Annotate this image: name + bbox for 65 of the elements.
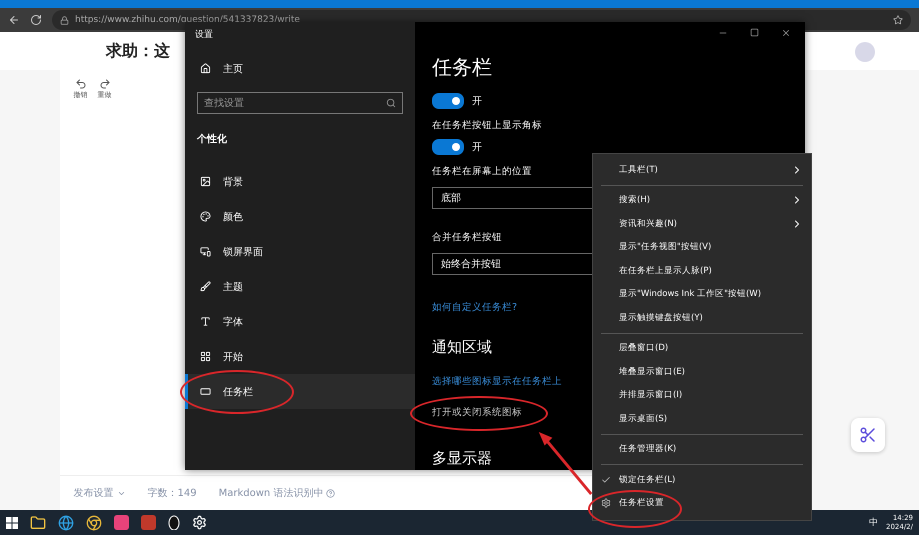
menu-item[interactable]: 显示"Windows Ink 工作区"按钮(W) bbox=[593, 282, 811, 306]
help-icon[interactable] bbox=[326, 488, 336, 498]
menu-item[interactable]: 资讯和兴趣(N) bbox=[593, 212, 811, 236]
nav-item[interactable]: 字体 bbox=[185, 304, 415, 339]
font-icon bbox=[200, 316, 211, 327]
menu-item[interactable]: 工具栏(T) bbox=[593, 158, 811, 182]
scissors-button[interactable] bbox=[851, 418, 885, 452]
menu-item[interactable]: 层叠窗口(D) bbox=[593, 336, 811, 360]
undo-icon bbox=[74, 78, 86, 90]
page-title: 求助：这 bbox=[106, 40, 170, 62]
palette-icon bbox=[200, 211, 211, 222]
nav-item[interactable]: 任务栏 bbox=[185, 374, 415, 409]
markdown-status: Markdown 语法识别中 bbox=[218, 486, 324, 500]
window-title: 设置 bbox=[194, 28, 214, 42]
gear-icon[interactable] bbox=[192, 515, 207, 530]
link[interactable]: 选择哪些图标显示在任务栏上 bbox=[432, 375, 562, 388]
input-method-indicator[interactable]: 中 bbox=[869, 516, 878, 529]
nav-item[interactable]: 主页 bbox=[185, 51, 415, 86]
scissors-icon bbox=[859, 426, 877, 444]
menu-item[interactable]: 并排显示窗口(I) bbox=[593, 384, 811, 407]
folder-icon[interactable] bbox=[30, 514, 46, 530]
toggle-state: 开 bbox=[472, 95, 482, 108]
nav-item[interactable]: 主题 bbox=[185, 269, 415, 304]
redo-icon bbox=[98, 78, 110, 90]
section-title: 个性化 bbox=[196, 132, 228, 147]
nav-item[interactable]: 锁屏界面 bbox=[185, 234, 415, 269]
maximize-icon[interactable] bbox=[750, 28, 759, 37]
menu-item[interactable]: 任务管理器(K) bbox=[593, 438, 811, 461]
link[interactable]: 打开或关闭系统图标 bbox=[432, 406, 522, 419]
home-icon bbox=[200, 63, 211, 74]
url-text: https://www.zhihu.com/question/541337823/write bbox=[75, 15, 300, 25]
menu-item[interactable]: 任务栏设置 bbox=[593, 492, 811, 515]
setting-label: 任务栏在屏幕上的位置 bbox=[432, 165, 532, 178]
image-icon bbox=[200, 176, 211, 187]
toggle-switch[interactable] bbox=[432, 93, 464, 109]
globe-icon[interactable] bbox=[58, 514, 74, 530]
menu-item[interactable]: 显示桌面(S) bbox=[593, 407, 811, 430]
star-icon[interactable] bbox=[893, 15, 903, 25]
nav-item[interactable]: 颜色 bbox=[185, 199, 415, 234]
gear-icon bbox=[601, 498, 611, 508]
page-heading: 任务栏 bbox=[432, 54, 492, 81]
nav-item[interactable]: 背景 bbox=[185, 164, 415, 199]
section-heading: 通知区域 bbox=[432, 338, 492, 357]
menu-item[interactable]: 显示触摸键盘按钮(Y) bbox=[593, 306, 811, 330]
word-count: 字数：149 bbox=[148, 486, 197, 500]
toggle-state: 开 bbox=[472, 141, 482, 154]
brush-icon bbox=[200, 281, 211, 292]
menu-item[interactable]: 堆叠显示窗口(E) bbox=[593, 360, 811, 384]
app-icon[interactable] bbox=[114, 515, 129, 530]
setting-label: 合并任务栏按钮 bbox=[432, 231, 502, 244]
windows-start-icon[interactable] bbox=[6, 516, 18, 528]
close-icon[interactable] bbox=[781, 28, 791, 38]
search-icon bbox=[386, 98, 396, 108]
reload-icon[interactable] bbox=[30, 14, 42, 26]
menu-item[interactable]: 锁定任务栏(L) bbox=[593, 468, 811, 492]
search-field[interactable]: 查找设置 bbox=[197, 92, 403, 114]
nav-item[interactable]: 开始 bbox=[185, 339, 415, 374]
setting-label: 在任务栏按钮上显示角标 bbox=[432, 119, 542, 132]
toggle-switch[interactable] bbox=[432, 139, 464, 155]
chrome-icon[interactable] bbox=[86, 514, 102, 530]
section-heading: 多显示器 bbox=[432, 449, 492, 468]
app-icon[interactable] bbox=[141, 515, 156, 530]
back-icon[interactable] bbox=[8, 14, 20, 26]
annotation-arrow bbox=[536, 430, 594, 496]
link[interactable]: 如何自定义任务栏? bbox=[432, 301, 518, 314]
